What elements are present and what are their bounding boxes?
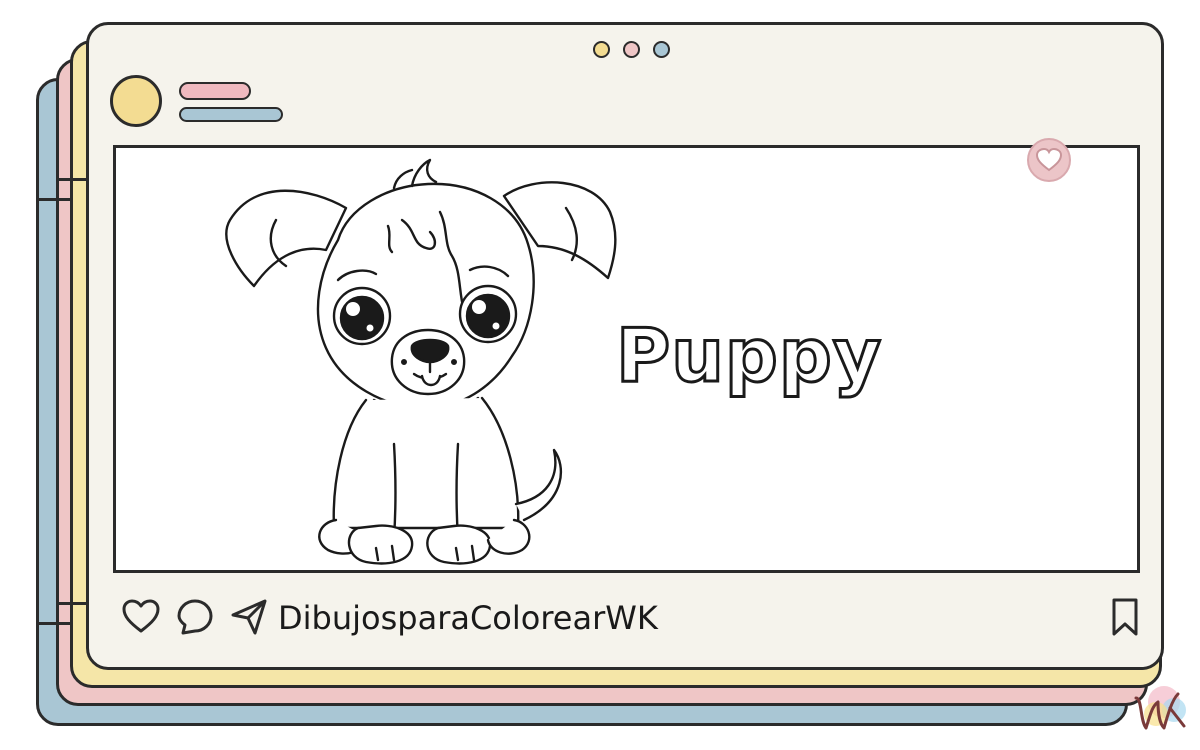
post-image: Puppy xyxy=(113,145,1140,573)
username-placeholder-bar xyxy=(179,82,251,100)
stack-tab-line xyxy=(56,178,86,181)
window-dot-yellow xyxy=(593,41,610,58)
subtitle-placeholder-bar xyxy=(179,107,283,122)
account-name[interactable]: DibujosparaColorearWK xyxy=(278,599,658,637)
post-card: Puppy DibujosparaColorearWK xyxy=(86,22,1164,670)
avatar[interactable] xyxy=(110,75,162,127)
bookmark-icon[interactable] xyxy=(1107,597,1143,637)
heart-badge-icon[interactable] xyxy=(1027,138,1071,182)
window-dot-pink xyxy=(623,41,640,58)
wk-watermark-logo xyxy=(1134,686,1186,730)
image-title: Puppy xyxy=(614,312,883,401)
puppy-coloring-illustration xyxy=(225,158,617,565)
paper-plane-icon[interactable] xyxy=(229,597,269,637)
stack-tab-line xyxy=(36,198,72,201)
stack-tab-line xyxy=(56,602,86,605)
heart-icon[interactable] xyxy=(121,597,161,637)
speech-bubble-icon[interactable] xyxy=(175,597,215,637)
window-dot-blue xyxy=(653,41,670,58)
stack-tab-line xyxy=(36,622,72,625)
